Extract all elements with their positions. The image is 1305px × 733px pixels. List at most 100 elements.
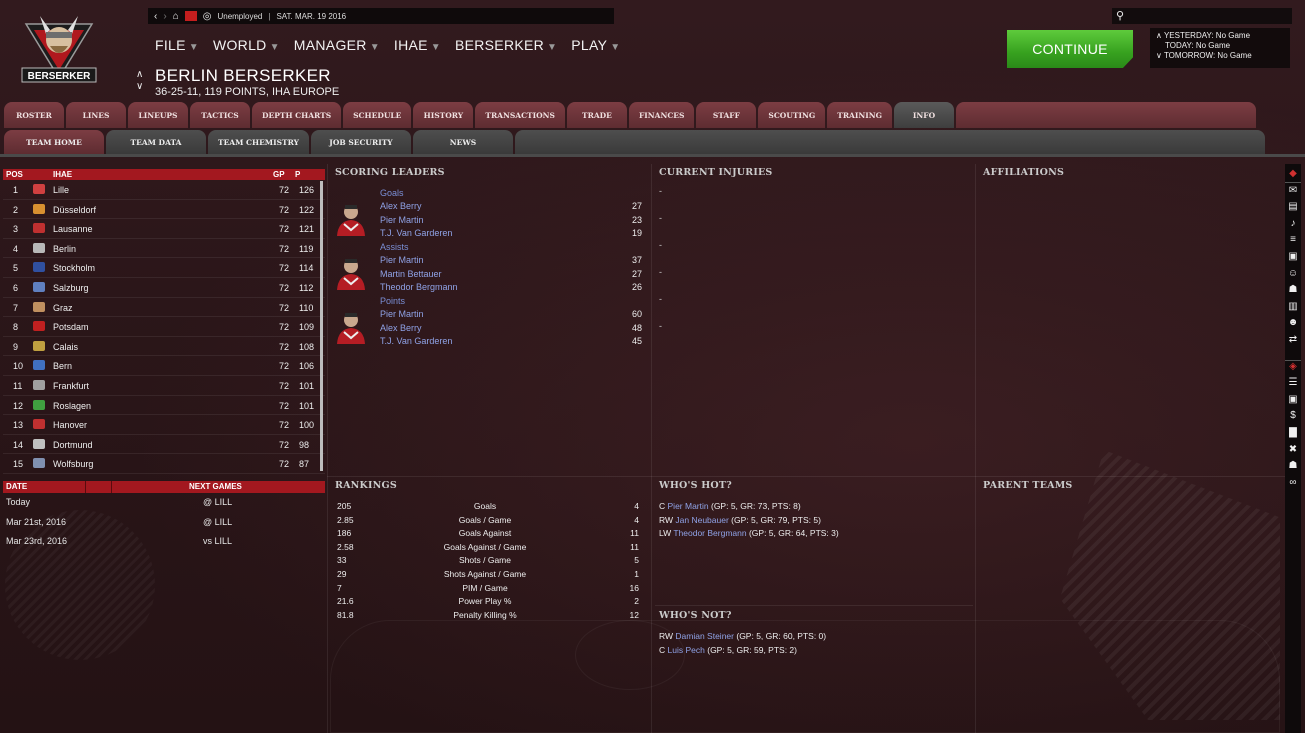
tab-transactions[interactable]: TRANSACTIONS [475,102,565,128]
trophy-icon[interactable]: ☗ [1287,460,1299,472]
tab-trade[interactable]: TRADE [566,102,627,128]
table-row[interactable]: 7 Graz 72 110 [3,298,325,318]
schedule-row[interactable]: Mar 21st, 2016 @ LILL [3,513,325,533]
subtab-news[interactable]: NEWS [412,130,513,154]
row-team[interactable]: Lille [53,185,69,195]
list-icon[interactable]: ☰ [1287,377,1299,389]
dollar-icon[interactable]: $ [1287,410,1299,422]
tab-schedule[interactable]: SCHEDULE [343,102,412,128]
player-link[interactable]: Damian Steiner [675,631,734,641]
table-row[interactable]: 3 Lausanne 72 121 [3,219,325,239]
continue-button[interactable]: CONTINUE [1007,30,1133,68]
subtab-job-security[interactable]: JOB SECURITY [310,130,411,154]
row-team[interactable]: Dortmund [53,440,93,450]
globe-icon[interactable]: ◎ [203,11,212,22]
row-team[interactable]: Frankfurt [53,381,89,391]
player-link[interactable]: Jan Neubauer [675,515,728,525]
tab-lineups[interactable]: LINEUPS [128,102,188,128]
tab-staff[interactable]: STAFF [696,102,757,128]
table-row[interactable]: 15 Wolfsburg 72 87 [3,454,325,474]
clipboard-icon[interactable]: ▤ [1287,201,1299,213]
table-row[interactable]: 6 Salzburg 72 112 [3,278,325,298]
player-link[interactable]: T.J. Van Garderen [380,336,452,346]
transfer-icon[interactable]: ⇄ [1287,334,1299,346]
search-bar[interactable]: ⚲ [1112,8,1292,24]
jersey-icon[interactable]: ▣ [1287,394,1299,406]
col-league[interactable]: IHAE [53,170,72,179]
tab-finances[interactable]: FINANCES [628,102,695,128]
whistle-icon[interactable]: ♪ [1287,218,1299,230]
row-team[interactable]: Bern [53,361,72,371]
row-team[interactable]: Lausanne [53,224,93,234]
forward-icon[interactable]: › [163,11,166,22]
player-link[interactable]: Pier Martin [380,255,424,265]
sticks-icon[interactable]: ✖ [1287,444,1299,456]
col-pos[interactable]: POS [6,170,23,179]
table-row[interactable]: 12 Roslagen 72 101 [3,396,325,416]
tab-roster[interactable]: ROSTER [4,102,64,128]
row-team[interactable]: Wolfsburg [53,459,93,469]
menu-berserker[interactable]: BERSERKER ▼ [455,37,557,53]
table-row[interactable]: 14 Dortmund 72 98 [3,435,325,455]
chevron-down-icon[interactable]: ∨ [136,81,143,93]
table-row[interactable]: 8 Potsdam 72 109 [3,317,325,337]
subtab-team-chemistry[interactable]: TEAM CHEMISTRY [208,130,309,154]
jersey-icon[interactable]: ▣ [1287,251,1299,263]
player-avatar[interactable] [334,200,368,236]
lines-icon[interactable]: ≡ [1287,234,1299,246]
table-row[interactable]: 5 Stockholm 72 114 [3,258,325,278]
col-gp[interactable]: GP [273,170,285,179]
table-row[interactable]: 2 Düsseldorf 72 122 [3,200,325,220]
menu-world[interactable]: WORLD ▼ [213,37,280,53]
stats-icon[interactable]: ▇ [1287,427,1299,439]
row-team[interactable]: Roslagen [53,401,91,411]
team-logo-icon[interactable]: ◆ [1287,168,1299,180]
home-icon[interactable]: ⌂ [173,11,179,22]
subtab-team-data[interactable]: TEAM DATA [106,130,206,154]
row-team[interactable]: Potsdam [53,322,89,332]
tab-info[interactable]: INFO [894,102,954,128]
row-team[interactable]: Graz [53,303,73,313]
player-link[interactable]: Martin Bettauer [380,269,442,279]
mail-icon[interactable] [184,11,197,21]
player-avatar[interactable] [334,254,368,290]
game-opponent[interactable]: @ LILL [203,517,232,527]
tab-depth-charts[interactable]: DEPTH CHARTS [252,102,342,128]
scrollbar[interactable] [320,181,323,471]
row-team[interactable]: Hanover [53,420,87,430]
schedule-row[interactable]: Mar 23rd, 2016 vs LILL [3,532,325,552]
table-row[interactable]: 13 Hanover 72 100 [3,415,325,435]
people-icon[interactable]: ☺ [1287,268,1299,280]
player-avatar[interactable] [334,308,368,344]
table-row[interactable]: 11 Frankfurt 72 101 [3,376,325,396]
col-points[interactable]: P [295,170,300,179]
player-link[interactable]: Theodor Bergmann [673,528,746,538]
chevron-up-icon[interactable]: ∧ [136,69,143,81]
menu-ihae[interactable]: IHAE ▼ [394,37,441,53]
player-link[interactable]: T.J. Van Garderen [380,228,452,238]
row-team[interactable]: Stockholm [53,263,95,273]
table-row[interactable]: 4 Berlin 72 119 [3,239,325,259]
menu-file[interactable]: FILE ▼ [155,37,199,53]
player-link[interactable]: Theodor Bergmann [380,282,458,292]
team-logo[interactable]: BERSERKER [18,10,100,90]
back-icon[interactable]: ‹ [154,11,157,22]
tab-tactics[interactable]: TACTICS [190,102,250,128]
league-logo-icon[interactable]: ◈ [1287,361,1299,373]
tab-lines[interactable]: LINES [66,102,126,128]
player-link[interactable]: Luis Pech [668,645,705,655]
player-link[interactable]: Pier Martin [668,501,709,511]
schedule-row[interactable]: Today @ LILL [3,493,325,513]
notes-icon[interactable]: ▥ [1287,301,1299,313]
tab-training[interactable]: TRAINING [827,102,892,128]
table-row[interactable]: 9 Calais 72 108 [3,337,325,357]
binoculars-icon[interactable]: ∞ [1287,477,1299,489]
row-team[interactable]: Salzburg [53,283,89,293]
tab-scouting[interactable]: SCOUTING [758,102,826,128]
table-row[interactable]: 1 Lille 72 126 [3,180,325,200]
trophy-icon[interactable]: ☗ [1287,284,1299,296]
player-link[interactable]: Alex Berry [380,323,422,333]
row-team[interactable]: Calais [53,342,78,352]
table-row[interactable]: 10 Bern 72 106 [3,356,325,376]
search-icon[interactable]: ⚲ [1116,9,1124,22]
